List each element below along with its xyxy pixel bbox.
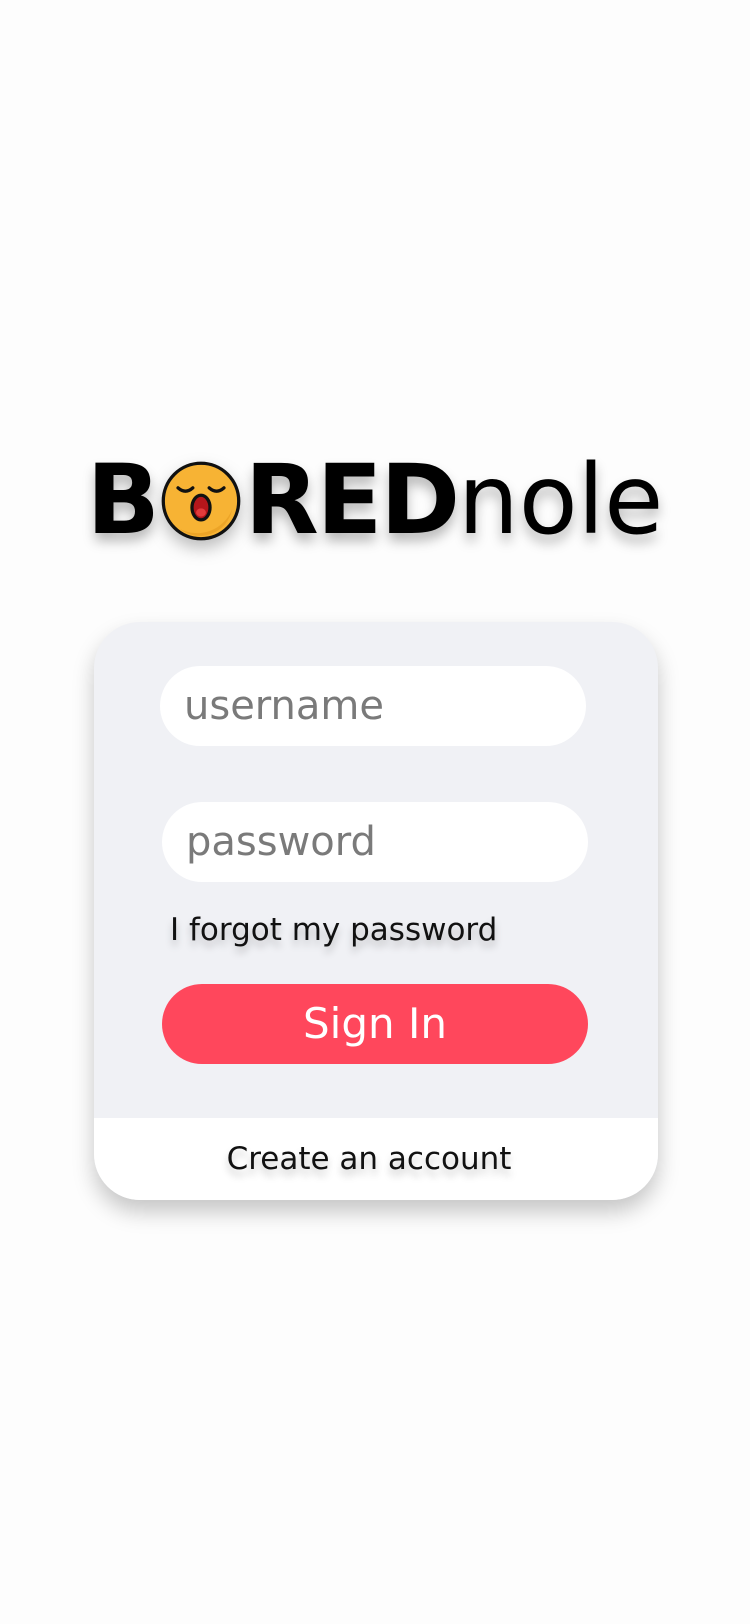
sign-in-button[interactable]: Sign In xyxy=(162,984,588,1064)
username-input[interactable] xyxy=(160,666,586,746)
logo-letter-b: B xyxy=(86,444,160,556)
app-logo: B RED nole xyxy=(0,452,750,548)
yawning-face-icon xyxy=(161,461,241,541)
login-card: I forgot my password Sign In Create an a… xyxy=(94,622,658,1200)
logo-word-red: RED xyxy=(244,444,460,556)
logo-word-nole: nole xyxy=(458,444,664,556)
login-screen: B RED nole I forgot my password Sign In … xyxy=(0,0,750,1624)
card-footer: Create an account xyxy=(94,1118,658,1200)
create-account-link[interactable]: Create an account xyxy=(227,1141,512,1177)
password-input[interactable] xyxy=(162,802,588,882)
forgot-password-link[interactable]: I forgot my password xyxy=(170,912,497,948)
